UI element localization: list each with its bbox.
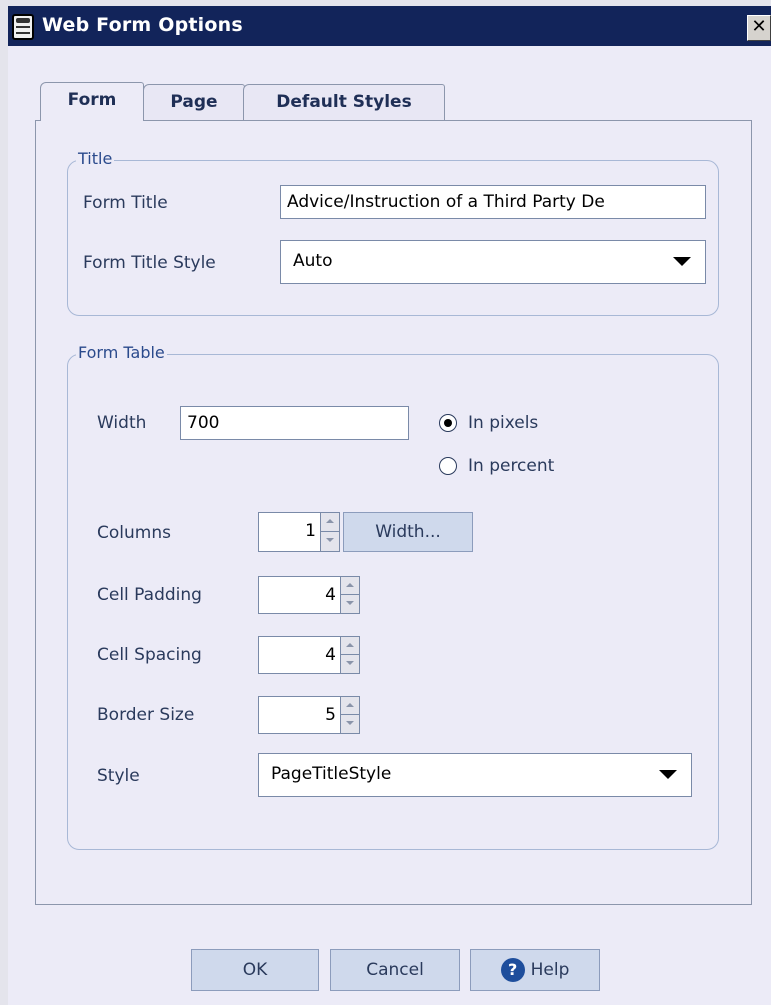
form-title-style-select[interactable]: Auto	[280, 240, 706, 284]
spin-down-icon[interactable]	[341, 595, 359, 613]
spin-up-icon[interactable]	[341, 637, 359, 655]
columns-label: Columns	[97, 523, 171, 543]
border-size-input[interactable]: 5	[258, 696, 340, 734]
width-input[interactable]: 700	[180, 406, 409, 440]
columns-width-button[interactable]: Width...	[343, 512, 473, 552]
spin-down-icon[interactable]	[341, 655, 359, 673]
help-button[interactable]: ? Help	[470, 949, 600, 991]
cell-padding-label: Cell Padding	[97, 585, 202, 605]
style-value: PageTitleStyle	[271, 764, 392, 784]
spin-down-icon[interactable]	[321, 532, 339, 551]
cancel-button[interactable]: Cancel	[330, 949, 460, 991]
radio-in-pixels-label[interactable]: In pixels	[468, 413, 538, 433]
title-group: Title	[67, 149, 719, 316]
window-title: Web Form Options	[42, 14, 243, 36]
cell-spacing-input[interactable]: 4	[258, 636, 340, 674]
tab-default-styles[interactable]: Default Styles	[243, 84, 445, 120]
radio-in-pixels[interactable]	[439, 414, 457, 432]
spin-up-icon[interactable]	[341, 577, 359, 595]
spin-up-icon[interactable]	[321, 513, 339, 532]
form-title-style-label: Form Title Style	[83, 253, 216, 273]
radio-in-percent[interactable]	[439, 457, 457, 475]
form-title-style-value: Auto	[293, 251, 333, 271]
title-bar: Web Form Options ✕	[0, 0, 771, 46]
radio-in-percent-label[interactable]: In percent	[468, 456, 554, 476]
tab-form[interactable]: Form	[40, 82, 144, 121]
form-table-group-legend: Form Table	[76, 343, 167, 362]
width-label: Width	[97, 413, 147, 433]
app-icon	[12, 14, 34, 40]
style-label: Style	[97, 766, 140, 786]
title-group-legend: Title	[76, 149, 115, 168]
border-size-spinner[interactable]	[340, 696, 360, 734]
form-title-label: Form Title	[83, 193, 168, 213]
spin-down-icon[interactable]	[341, 715, 359, 733]
cell-padding-spinner[interactable]	[340, 576, 360, 614]
dropdown-arrow-icon	[673, 257, 691, 266]
help-icon: ?	[500, 958, 525, 982]
columns-input[interactable]: 1	[258, 512, 320, 552]
style-select[interactable]: PageTitleStyle	[258, 753, 692, 797]
dropdown-arrow-icon	[659, 770, 677, 779]
ok-button[interactable]: OK	[191, 949, 319, 991]
close-icon: ✕	[751, 16, 767, 37]
form-title-input[interactable]: Advice/Instruction of a Third Party De	[280, 185, 706, 219]
window-frame-left	[0, 46, 8, 1005]
help-button-label: Help	[530, 960, 570, 980]
close-button[interactable]: ✕	[747, 15, 771, 41]
cell-padding-input[interactable]: 4	[258, 576, 340, 614]
cell-spacing-label: Cell Spacing	[97, 645, 202, 665]
cell-spacing-spinner[interactable]	[340, 636, 360, 674]
tab-page[interactable]: Page	[143, 84, 245, 120]
border-size-label: Border Size	[97, 705, 195, 725]
columns-spinner[interactable]	[320, 512, 340, 552]
spin-up-icon[interactable]	[341, 697, 359, 715]
